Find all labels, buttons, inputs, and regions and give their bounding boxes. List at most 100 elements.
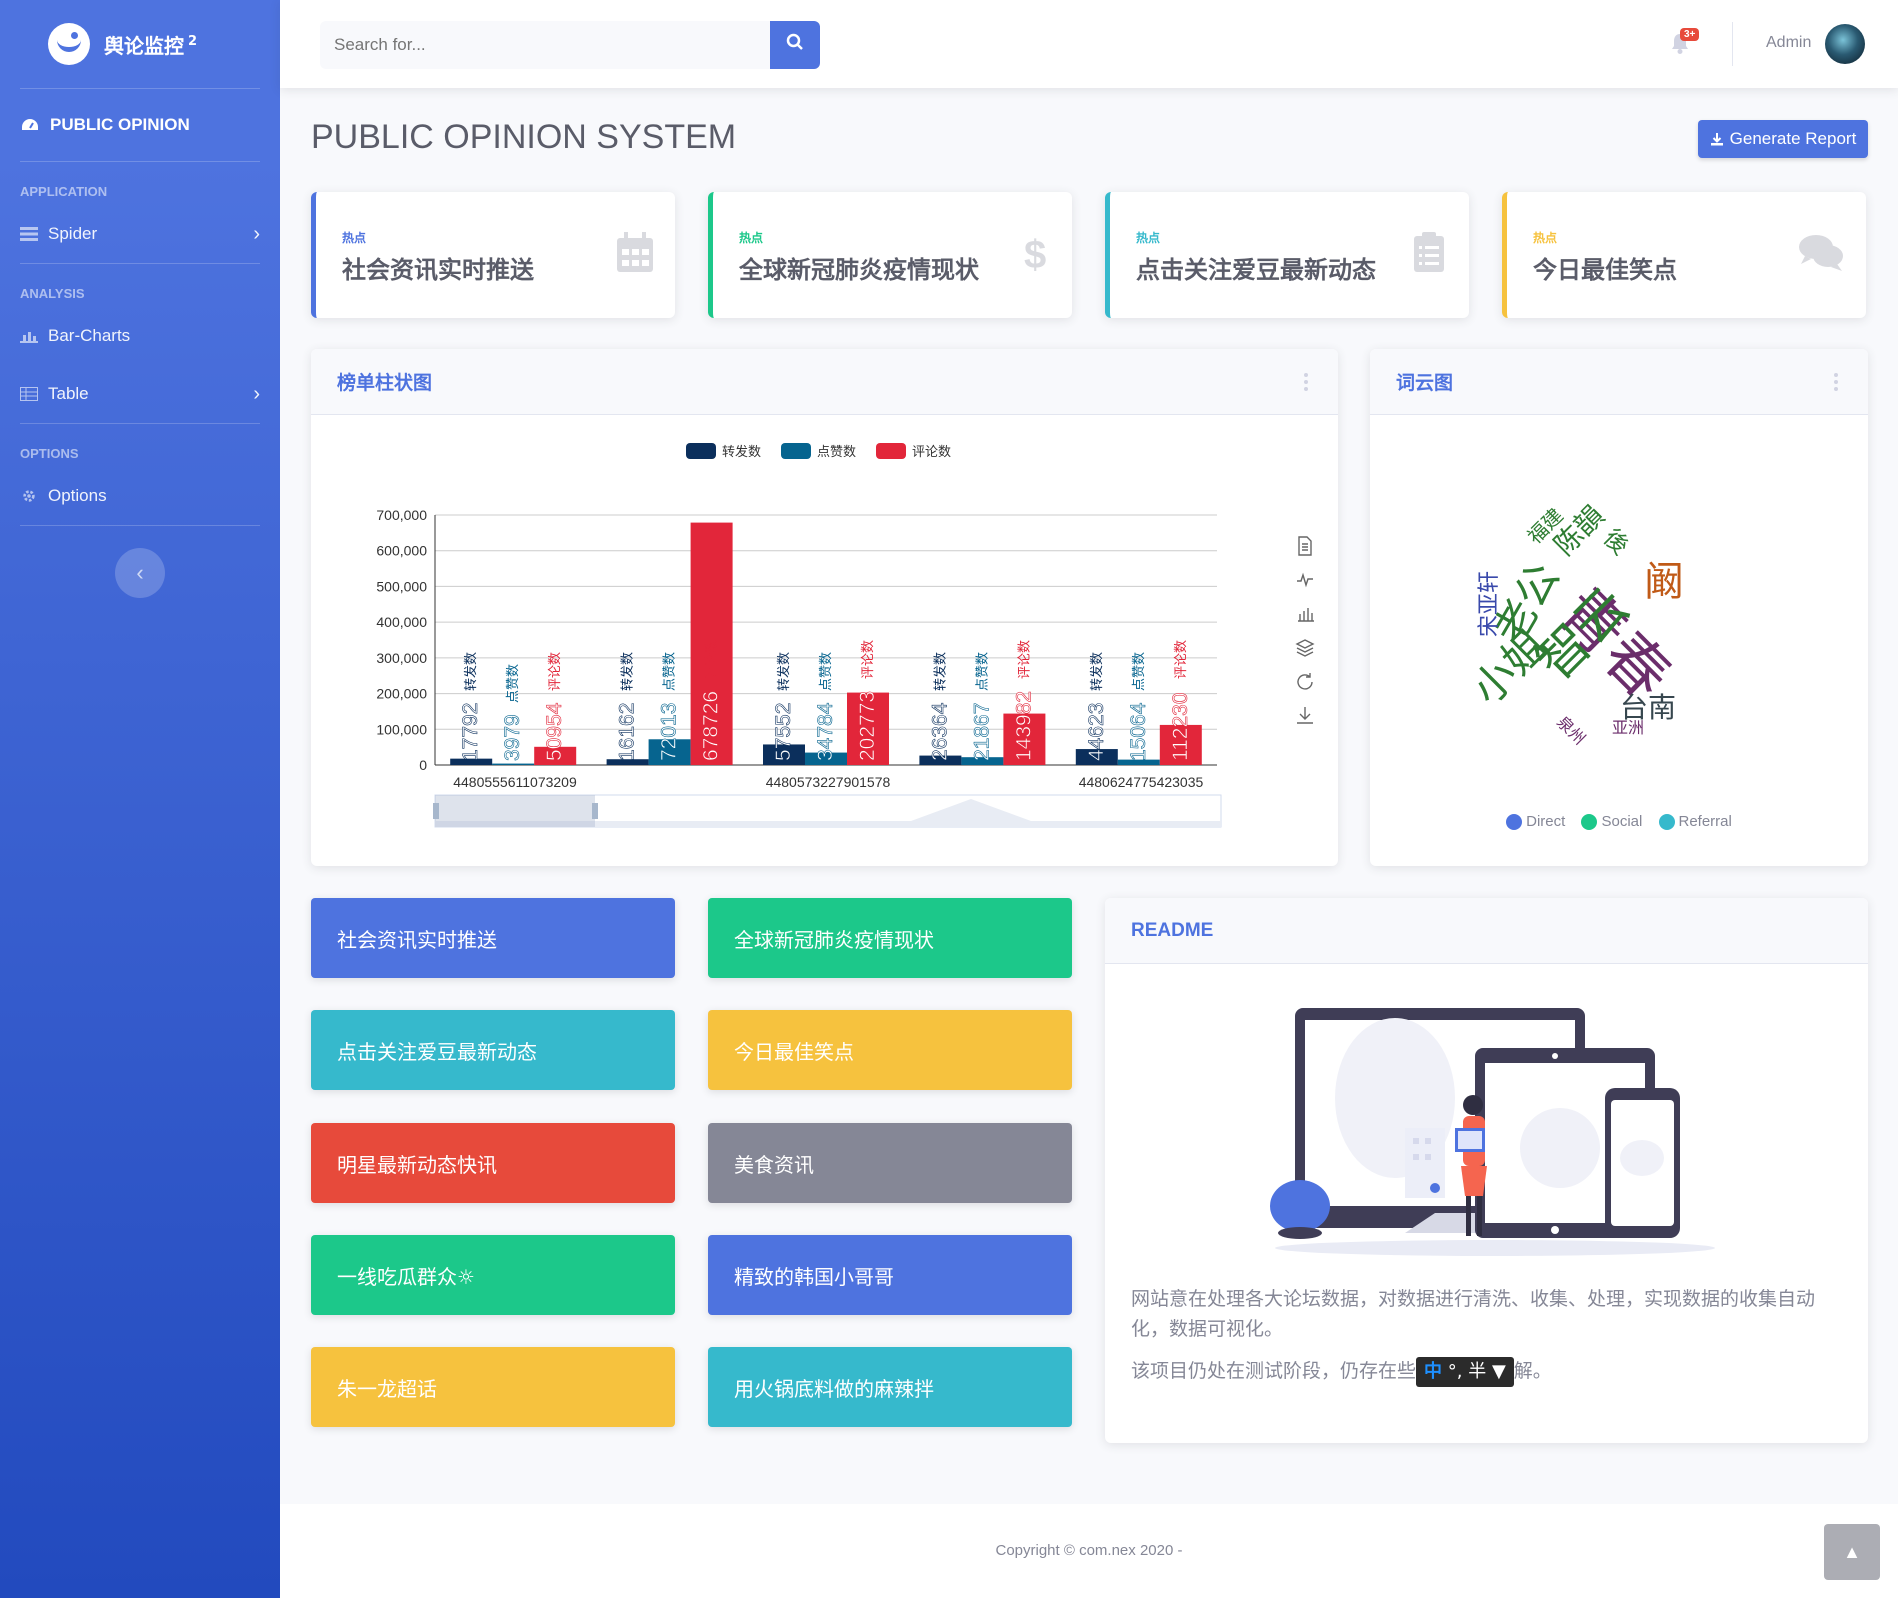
comments-icon	[1799, 235, 1843, 271]
cloud-word: 亚洲	[1612, 720, 1644, 737]
card-title: README	[1131, 919, 1214, 941]
stat-card-news[interactable]: 热点 社会资讯实时推送	[311, 192, 675, 318]
document-icon[interactable]	[1298, 536, 1312, 556]
bar-series-label: 点赞数	[818, 652, 833, 691]
sidebar: 舆论监控 2 PUBLIC OPINION APPLICATION Spider …	[0, 0, 280, 1598]
sidebar-item-public-opinion[interactable]: PUBLIC OPINION	[0, 89, 280, 161]
x-tick-label: 4480573227901578	[766, 774, 891, 790]
sidebar-item-label: Options	[48, 486, 107, 505]
tile-celebrity[interactable]: 明星最新动态快讯	[311, 1123, 675, 1203]
sidebar-heading: ANALYSIS	[20, 286, 85, 301]
tile-gossip[interactable]: 一线吃瓜群众☼	[311, 1235, 675, 1315]
sidebar-toggle-button[interactable]: ‹	[115, 548, 165, 598]
scroll-to-top-button[interactable]: ▲	[1824, 1524, 1880, 1580]
cloud-word: 台南	[1620, 692, 1676, 723]
search-input[interactable]	[320, 21, 770, 69]
bar-value-label: 16162	[616, 703, 639, 761]
stat-card-idol[interactable]: 热点 点击关注爱豆最新动态	[1105, 192, 1469, 318]
sidebar-item-spider[interactable]: Spider ›	[0, 205, 280, 263]
chevron-right-icon: ›	[253, 222, 260, 245]
tile-zhu-yilong[interactable]: 朱一龙超话	[311, 1347, 675, 1427]
wordcloud-card: 词云图 青春 智云 老公 小姐 阚 陈韻 福建 宋亚轩 台南 後 泉州 亚洲 D…	[1370, 349, 1868, 866]
legend-label: Referral	[1678, 813, 1732, 830]
bar-series-label: 转发数	[1089, 652, 1104, 691]
tile-hotpot[interactable]: 用火锅底料做的麻辣拌	[708, 1347, 1072, 1427]
download-icon[interactable]	[1297, 707, 1313, 724]
ime-toolbar[interactable]: 中 °, 半 ▼	[1416, 1356, 1514, 1387]
stat-card-jokes[interactable]: 热点 今日最佳笑点	[1502, 192, 1866, 318]
bar-series-label: 转发数	[776, 652, 791, 691]
y-tick-label: 500,000	[376, 578, 427, 594]
tachometer-icon	[22, 119, 38, 130]
sidebar-brand[interactable]: 舆论监控 2	[0, 0, 280, 88]
tile-idol[interactable]: 点击关注爱豆最新动态	[311, 1010, 675, 1090]
datazoom-window	[435, 795, 595, 827]
line-icon[interactable]	[1297, 572, 1313, 588]
datazoom-handle-right	[592, 803, 598, 819]
legend-dot	[1658, 814, 1675, 831]
user-name[interactable]: Admin	[1766, 34, 1811, 52]
sidebar-item-label: Table	[48, 384, 89, 403]
bar-value-label: 143982	[1012, 691, 1035, 761]
bar-series-label: 点赞数	[662, 652, 677, 691]
table-icon	[20, 387, 38, 401]
generate-report-label: Generate Report	[1729, 129, 1857, 148]
brand-name: 舆论监控	[104, 33, 184, 58]
bar-value-label: 678726	[700, 691, 723, 761]
sidebar-item-label: Spider	[48, 224, 98, 243]
generate-report-button[interactable]: Generate Report	[1698, 120, 1868, 158]
bar-value-label: 3979	[501, 714, 524, 761]
tile-korean[interactable]: 精致的韩国小哥哥	[708, 1235, 1072, 1315]
bar-value-label: 26364	[928, 702, 951, 761]
copyright-text: Copyright © com.nex 2020 -	[995, 1542, 1183, 1559]
sidebar-item-options[interactable]: Options	[0, 467, 280, 525]
stack-icon[interactable]	[1295, 639, 1315, 657]
calendar-icon	[617, 232, 653, 272]
bar-chart: 转发数 点赞数 评论数0100,000200,000300,000400,00050…	[376, 443, 1315, 828]
y-tick-label: 400,000	[376, 614, 427, 630]
y-tick-label: 700,000	[376, 507, 427, 523]
page-title: PUBLIC OPINION SYSTEM	[311, 118, 737, 156]
sidebar-item-bar-charts[interactable]: Bar-Charts	[0, 307, 280, 365]
svg-text:$: $	[1024, 233, 1046, 272]
tile-jokes[interactable]: 今日最佳笑点	[708, 1010, 1072, 1090]
bar-value-label: 202773	[856, 691, 879, 761]
search-icon	[786, 33, 803, 50]
tile-food[interactable]: 美食资讯	[708, 1123, 1072, 1203]
bar-value-label: 44623	[1085, 703, 1108, 761]
card-title: 词云图	[1396, 373, 1454, 394]
legend-swatch	[876, 443, 906, 459]
brand-sup: 2	[188, 33, 198, 49]
stat-title: 全球新冠肺炎疫情现状	[739, 256, 979, 284]
cloud-word: 宋亚轩	[1476, 571, 1501, 637]
readme-card: README 网站意在处理各大论坛数据，对数据进行清洗、收集、处理，实现数据的收…	[1105, 898, 1868, 1443]
wordcloud-legend: Direct Social Referral	[1370, 813, 1868, 831]
sidebar-heading: APPLICATION	[20, 184, 108, 199]
sidebar-item-label: PUBLIC OPINION	[50, 115, 190, 134]
bar-series-label: 转发数	[620, 652, 635, 691]
bar-series-label: 转发数	[463, 652, 478, 691]
bar-series-label: 评论数	[1173, 640, 1188, 679]
more-vertical-icon[interactable]	[1834, 373, 1838, 391]
topbar: 3+ Admin	[280, 0, 1898, 88]
tile-covid[interactable]: 全球新冠肺炎疫情现状	[708, 898, 1072, 978]
stat-card-covid[interactable]: 热点 全球新冠肺炎疫情现状 $	[708, 192, 1072, 318]
search-button[interactable]	[770, 21, 820, 69]
stat-small-label: 热点	[1533, 231, 1558, 245]
x-tick-label: 4480555611073209	[453, 774, 577, 790]
legend-swatch	[781, 443, 811, 459]
more-vertical-icon[interactable]	[1304, 373, 1308, 391]
legend-label: 转发数	[722, 444, 761, 459]
stat-title: 点击关注爱豆最新动态	[1136, 256, 1376, 284]
avatar[interactable]	[1825, 24, 1865, 64]
bar-icon[interactable]	[1298, 608, 1314, 622]
restore-icon[interactable]	[1297, 673, 1313, 690]
sidebar-item-table[interactable]: Table ›	[0, 365, 280, 423]
bar-series-label: 评论数	[704, 640, 719, 679]
shirt-icon: ▼	[1491, 1360, 1506, 1382]
footer: Copyright © com.nex 2020 -	[280, 1504, 1898, 1598]
sidebar-item-label: Bar-Charts	[48, 326, 131, 345]
bar-value-label: 21867	[970, 703, 993, 761]
tile-news[interactable]: 社会资讯实时推送	[311, 898, 675, 978]
wordcloud: 青春 智云 老公 小姐 阚 陈韻 福建 宋亚轩 台南 後 泉州 亚洲	[1463, 500, 1684, 749]
